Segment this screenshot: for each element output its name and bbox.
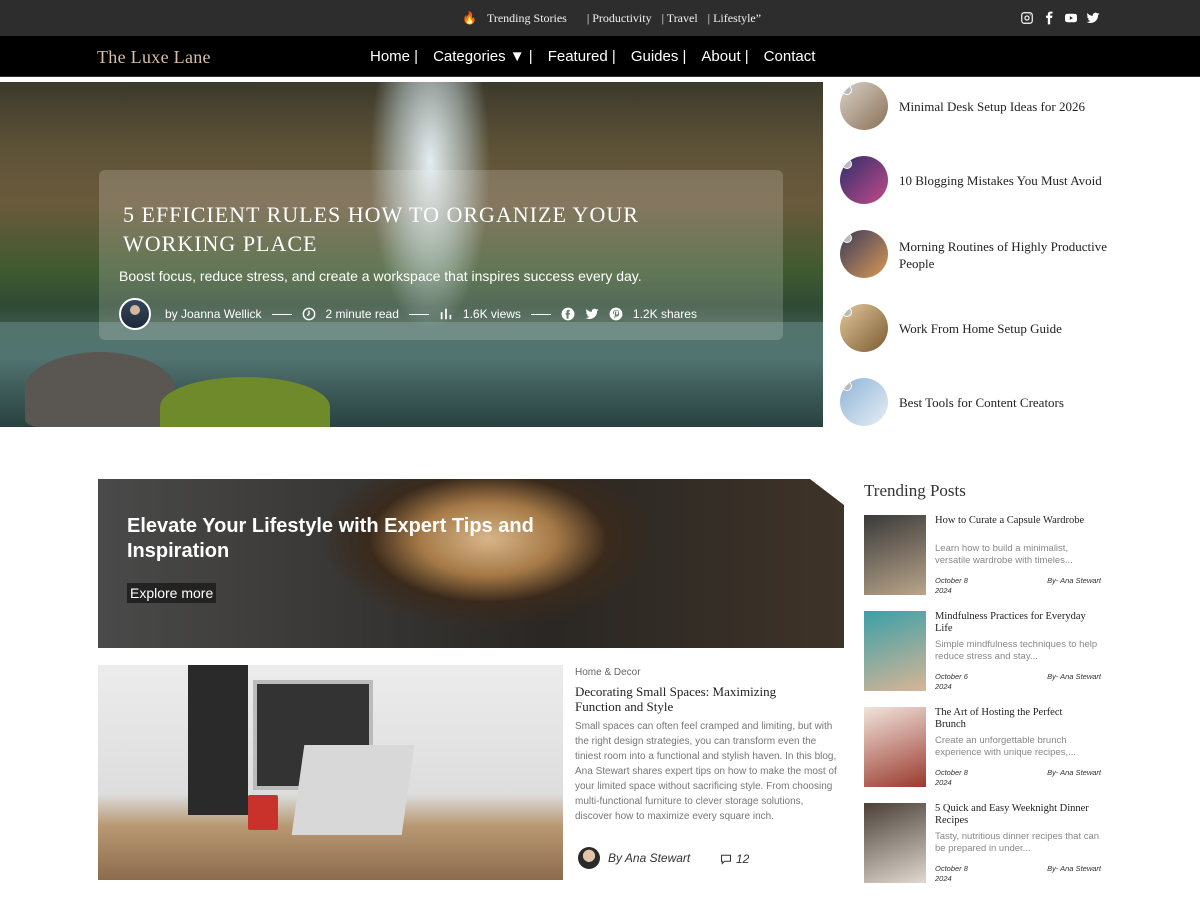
topbar-links: 🔥 Trending Stories | Productivity | Trave…	[462, 11, 771, 26]
trending-thumbnail[interactable]	[864, 803, 926, 883]
topbar-link-trending[interactable]: 🔥 Trending Stories	[462, 11, 577, 26]
trending-title[interactable]: 5 Quick and Easy Weeknight Dinner Recipe…	[935, 803, 1095, 827]
hero-read-time: 2 minute read	[325, 307, 399, 321]
trending-date: October 8 2024	[935, 864, 968, 883]
trending-excerpt: Tasty, nutritious dinner recipes that ca…	[935, 831, 1100, 854]
side-post-title[interactable]: Minimal Desk Setup Ideas for 2026	[899, 98, 1129, 115]
nav-menu: Home | Categories ▼ | Featured | Guides …	[370, 48, 815, 65]
explore-more-button[interactable]: Explore more	[127, 583, 217, 603]
hero-title[interactable]: 5 Efficient Rules How to Organize Your W…	[123, 200, 743, 258]
instagram-icon[interactable]	[1020, 11, 1034, 25]
top-bar: 🔥 Trending Stories | Productivity | Trave…	[0, 0, 1200, 36]
article-author[interactable]: By Ana Stewart	[578, 847, 690, 869]
side-post-thumbnail[interactable]	[840, 156, 888, 204]
side-post-item[interactable]: Morning Routines of Highly Productive Pe…	[838, 230, 1138, 304]
trending-title[interactable]: Mindfulness Practices for Everyday Life	[935, 611, 1095, 635]
nav-item-contact[interactable]: Contact	[764, 48, 816, 65]
trending-author: By- Ana Stewart	[1047, 864, 1101, 873]
article-comments[interactable]: 12	[720, 852, 749, 866]
side-post-item[interactable]: Best Tools for Content Creators	[838, 378, 1138, 452]
hero-author[interactable]: by Joanna Wellick	[165, 307, 262, 321]
side-post-thumbnail[interactable]	[840, 82, 888, 130]
monitor-image	[188, 665, 248, 815]
side-post-list: Minimal Desk Setup Ideas for 2026 10 Blo…	[838, 82, 1138, 452]
hero-rock-image	[25, 352, 175, 427]
side-post-item[interactable]: 10 Blogging Mistakes You Must Avoid	[838, 156, 1138, 230]
nav-item-featured[interactable]: Featured |	[548, 48, 616, 65]
side-post-title[interactable]: Morning Routines of Highly Productive Pe…	[899, 238, 1129, 272]
trending-post[interactable]: The Art of Hosting the Perfect Brunch Cr…	[864, 707, 1104, 803]
comment-count: 12	[736, 852, 750, 866]
facebook-icon[interactable]	[1042, 11, 1056, 25]
comment-icon	[720, 854, 732, 865]
trending-thumbnail[interactable]	[864, 707, 926, 787]
social-links	[1020, 11, 1100, 25]
side-post-thumbnail[interactable]	[840, 230, 888, 278]
trending-thumbnail[interactable]	[864, 611, 926, 691]
trending-author: By- Ana Stewart	[1047, 768, 1101, 777]
hero-shares: 1.2K shares	[632, 307, 697, 321]
hero-subtitle: Boost focus, reduce stress, and create a…	[119, 268, 642, 284]
trending-post[interactable]: 5 Quick and Easy Weeknight Dinner Recipe…	[864, 803, 1104, 899]
trending-title[interactable]: How to Curate a Capsule Wardrobe	[935, 515, 1095, 527]
trending-excerpt: Simple mindfulness techniques to help re…	[935, 639, 1098, 662]
clock-icon	[302, 307, 316, 321]
meta-divider	[408, 313, 429, 315]
facebook-share-icon[interactable]	[561, 307, 575, 321]
trending-author: By- Ana Stewart	[1047, 576, 1101, 585]
trending-date: October 8 2024	[935, 768, 968, 787]
trending-excerpt: Create an unforgettable brunch experienc…	[935, 735, 1076, 758]
hero-views: 1.6K views	[462, 307, 521, 321]
trending-post[interactable]: Mindfulness Practices for Everyday Life …	[864, 611, 1104, 707]
promo-title: Elevate Your Lifestyle with Expert Tips …	[127, 515, 534, 562]
side-post-title[interactable]: Best Tools for Content Creators	[899, 394, 1129, 411]
trending-list: How to Curate a Capsule Wardrobe Learn h…	[864, 515, 1104, 899]
author-avatar[interactable]	[119, 298, 151, 330]
side-post-item[interactable]: Work From Home Setup Guide	[838, 304, 1138, 378]
side-post-thumbnail[interactable]	[840, 378, 888, 426]
trending-title[interactable]: The Art of Hosting the Perfect Brunch	[935, 707, 1095, 731]
hero-meta: by Joanna Wellick 2 minute read 1.6K vie…	[119, 298, 697, 330]
author-avatar	[578, 847, 600, 869]
article-image[interactable]	[98, 665, 563, 880]
meta-divider	[530, 313, 551, 315]
twitter-share-icon[interactable]	[585, 307, 599, 321]
nav-item-categories[interactable]: Categories ▼ |	[433, 48, 533, 65]
topbar-link-lifestyle[interactable]: | Lifestyle”	[708, 11, 761, 26]
trending-date: October 8 2024	[935, 576, 968, 595]
twitter-icon[interactable]	[1086, 11, 1100, 25]
trending-excerpt: Learn how to build a minimalist, versati…	[935, 543, 1073, 566]
side-post-title[interactable]: Work From Home Setup Guide	[899, 320, 1129, 337]
side-post-title[interactable]: 10 Blogging Mistakes You Must Avoid	[899, 172, 1129, 189]
topbar-link-productivity[interactable]: | Productivity	[587, 11, 652, 26]
youtube-icon[interactable]	[1064, 11, 1078, 25]
nav-item-home[interactable]: Home |	[370, 48, 418, 65]
article-excerpt: Small spaces can often feel cramped and …	[575, 721, 837, 822]
bar-chart-icon	[439, 307, 453, 321]
mug-image	[248, 795, 278, 830]
promo-banner: Elevate Your Lifestyle with Expert Tips …	[98, 479, 844, 648]
nav-item-about[interactable]: About |	[701, 48, 748, 65]
flame-icon: 🔥	[462, 11, 477, 25]
topbar-link-travel[interactable]: | Travel	[662, 11, 698, 26]
side-post-thumbnail[interactable]	[840, 304, 888, 352]
trending-date: October 6 2024	[935, 672, 968, 691]
brand-logo[interactable]: The Luxe Lane	[97, 47, 211, 68]
laptop-image	[291, 745, 415, 835]
article-title[interactable]: Decorating Small Spaces: Maximizing Func…	[575, 684, 825, 714]
nav-item-guides[interactable]: Guides |	[631, 48, 687, 65]
trending-post[interactable]: How to Curate a Capsule Wardrobe Learn h…	[864, 515, 1104, 611]
trending-heading: Trending Posts	[864, 481, 966, 500]
main-navbar: The Luxe Lane Home | Categories ▼ | Feat…	[0, 36, 1200, 77]
trending-thumbnail[interactable]	[864, 515, 926, 595]
trending-author: By- Ana Stewart	[1047, 672, 1101, 681]
article-category[interactable]: Home & Decor	[575, 667, 641, 678]
hero-banner[interactable]: 5 Efficient Rules How to Organize Your W…	[0, 82, 823, 427]
side-post-item[interactable]: Minimal Desk Setup Ideas for 2026	[838, 82, 1138, 156]
article-author-name[interactable]: By Ana Stewart	[608, 851, 690, 865]
hero-card: 5 Efficient Rules How to Organize Your W…	[99, 170, 783, 340]
pinterest-share-icon[interactable]	[609, 307, 623, 321]
meta-divider	[271, 313, 292, 315]
